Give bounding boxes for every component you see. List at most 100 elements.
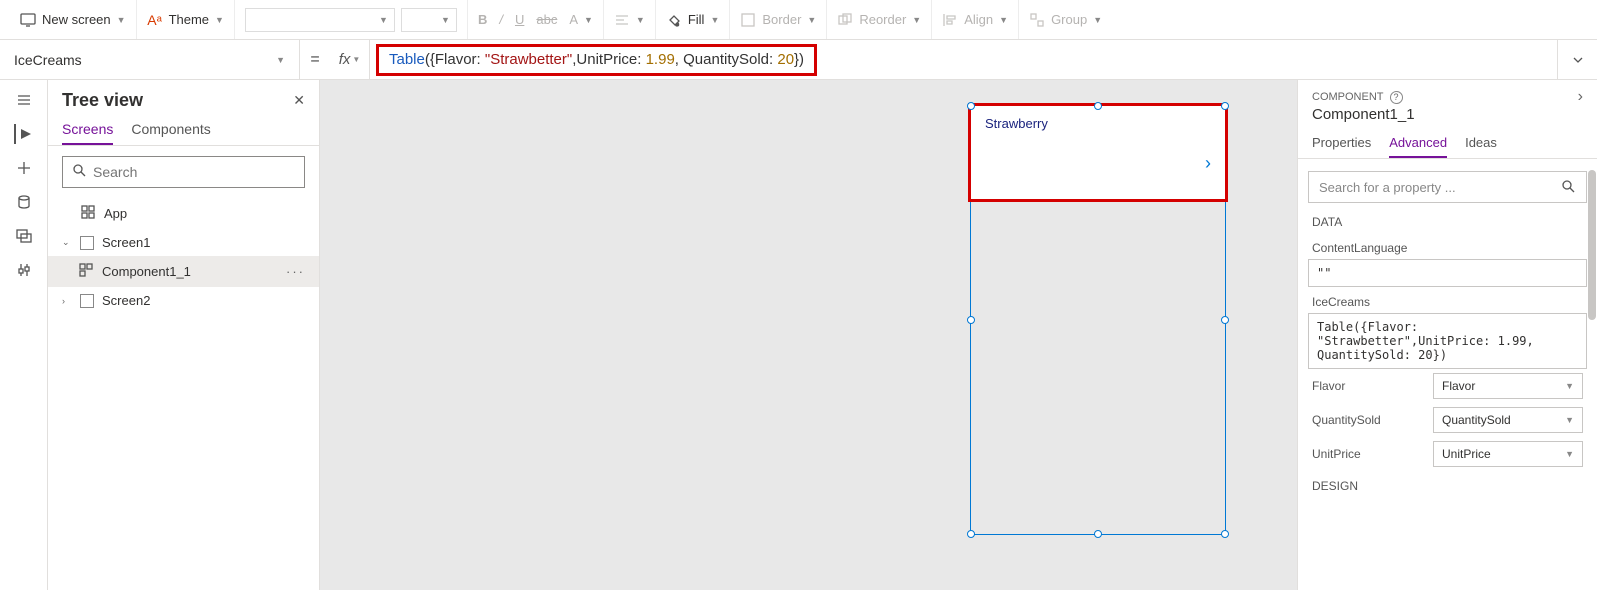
tab-ideas[interactable]: Ideas [1465,129,1497,158]
resize-handle[interactable] [1221,316,1229,324]
flavor-label: Flavor [1312,379,1345,393]
resize-handle[interactable] [1221,102,1229,110]
tree-search-input[interactable] [93,164,296,180]
tree-screen1-label: Screen1 [102,235,150,250]
italic-button[interactable]: / [499,12,503,27]
property-search-placeholder: Search for a property ... [1319,180,1456,195]
formula-expand-button[interactable] [1557,40,1597,80]
help-icon[interactable]: ? [1390,91,1403,104]
panel-body: ContentLanguage "" IceCreams Table({Flav… [1298,233,1597,590]
chevron-down-icon: ▼ [117,15,126,25]
selected-component[interactable]: Strawberry › [970,105,1226,535]
tree-header: Tree view ✕ [48,80,319,115]
hamburger-icon[interactable] [14,90,34,110]
section-design-label: DESIGN [1308,471,1587,497]
formula-text[interactable]: Table({Flavor: "Strawbetter",UnitPrice: … [389,51,804,69]
qty-select[interactable]: QuantitySold▼ [1433,407,1583,433]
align-icon [942,12,958,28]
border-group: Border ▼ [730,0,827,39]
search-icon [1560,178,1576,197]
resize-handle[interactable] [1094,530,1102,538]
fx-button[interactable]: fx▼ [330,40,370,80]
font-family-select[interactable]: ▼ [245,8,395,32]
font-group: ▼ ▼ [235,0,468,39]
chevron-down-icon: ▼ [710,15,719,25]
reorder-button[interactable]: Reorder ▼ [837,12,921,28]
properties-panel: COMPONENT ? › Component1_1 Properties Ad… [1297,80,1597,590]
property-search[interactable]: Search for a property ... [1308,171,1587,203]
insert-icon[interactable] [14,158,34,178]
chevron-down-icon: ▼ [379,15,388,25]
resize-handle[interactable] [967,102,975,110]
text-align-button[interactable]: ▼ [614,12,645,28]
chevron-down-icon: ▼ [1565,381,1574,391]
border-button[interactable]: Border ▼ [740,12,816,28]
canvas[interactable]: Strawberry › [320,80,1297,590]
resize-handle[interactable] [1221,530,1229,538]
price-label: UnitPrice [1312,447,1361,461]
fill-icon [666,12,682,28]
flavor-select[interactable]: Flavor▼ [1433,373,1583,399]
theme-button[interactable]: Aᵃ Theme ▼ [147,12,224,28]
fill-button[interactable]: Fill ▼ [666,12,720,28]
icecreams-label: IceCreams [1308,287,1587,313]
tree-app[interactable]: App [48,198,319,229]
search-icon [71,162,87,183]
price-select[interactable]: UnitPrice▼ [1433,441,1583,467]
tree-view-icon[interactable] [14,124,34,144]
chevron-right-icon[interactable]: › [1205,153,1211,174]
tree-search[interactable] [62,156,305,188]
close-icon[interactable]: ✕ [293,92,305,109]
tools-icon[interactable] [14,260,34,280]
chevron-down-icon: ▼ [999,15,1008,25]
border-label: Border [762,12,801,27]
tree-app-label: App [104,206,127,221]
tree-view-panel: Tree view ✕ Screens Components App ⌄ Scr… [48,80,320,590]
bold-button[interactable]: B [478,12,487,27]
icecreams-field[interactable]: Table({Flavor: "Strawbetter",UnitPrice: … [1308,313,1587,369]
screen-icon [20,12,36,28]
tree-screen2[interactable]: › Screen2 [48,287,319,314]
group-group: Group ▼ [1019,0,1112,39]
section-data-label: DATA [1298,207,1597,233]
equals-symbol: = [300,51,330,69]
tree-component-label: Component1_1 [102,264,191,279]
formula-spacer[interactable] [817,40,1557,80]
font-size-select[interactable]: ▼ [401,8,457,32]
tab-properties[interactable]: Properties [1312,129,1371,158]
resize-handle[interactable] [967,316,975,324]
tab-advanced[interactable]: Advanced [1389,129,1447,158]
scrollbar-thumb[interactable] [1588,170,1596,320]
theme-group: Aᵃ Theme ▼ [137,0,235,39]
content-language-label: ContentLanguage [1308,233,1587,259]
panel-tabs: Properties Advanced Ideas [1298,129,1597,159]
tree-screen1[interactable]: ⌄ Screen1 [48,229,319,256]
chevron-down-icon: ▼ [352,55,360,64]
font-color-button[interactable]: A▼ [569,12,593,27]
fill-label: Fill [688,12,705,27]
chevron-down-icon: ▼ [1565,449,1574,459]
group-label: Group [1051,12,1087,27]
gallery-item[interactable]: Strawberry › [970,105,1226,200]
tree-tabs: Screens Components [48,115,319,146]
tab-components[interactable]: Components [131,115,210,145]
border-icon [740,12,756,28]
chevron-right-icon[interactable]: › [1578,88,1583,106]
tab-screens[interactable]: Screens [62,115,113,145]
new-screen-button[interactable]: New screen ▼ [20,12,126,28]
resize-handle[interactable] [967,530,975,538]
underline-button[interactable]: U [515,12,524,27]
align-button[interactable]: Align ▼ [942,12,1008,28]
media-icon[interactable] [14,226,34,246]
resize-handle[interactable] [1094,102,1102,110]
component-name: Component1_1 [1298,106,1597,129]
strike-button[interactable]: abc [536,12,557,27]
group-button[interactable]: Group ▼ [1029,12,1102,28]
property-selector[interactable]: IceCreams ▼ [0,40,300,80]
content-language-field[interactable]: "" [1308,259,1587,287]
data-icon[interactable] [14,192,34,212]
screen-icon [80,294,94,308]
more-icon[interactable]: ··· [286,264,305,279]
tree-component[interactable]: Component1_1 ··· [48,256,319,287]
align-obj-group: Align ▼ [932,0,1019,39]
